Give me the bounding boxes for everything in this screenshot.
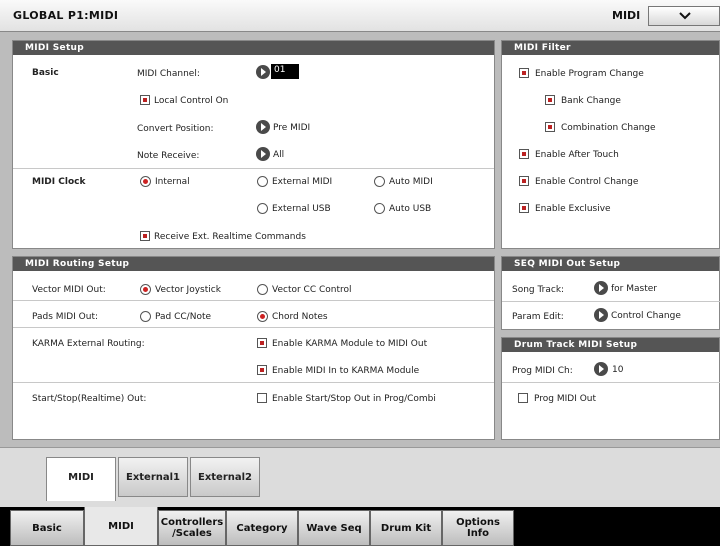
clock-auto-midi-label: Auto MIDI [389,177,433,187]
local-control-label: Local Control On [154,96,229,106]
vector-joystick-label: Vector Joystick [155,285,221,295]
song-track-popup-icon[interactable] [594,281,608,295]
clock-external-usb-label: External USB [272,204,331,214]
basic-label: Basic [32,68,59,78]
karma-module-out-checkbox[interactable] [257,338,267,348]
divider [502,301,720,302]
note-receive-popup-icon[interactable] [256,147,270,161]
note-receive-value[interactable]: All [273,150,284,160]
page-tab-drum-kit[interactable]: Drum Kit [370,510,442,546]
vector-cc-radio[interactable] [257,284,268,295]
chevron-down-icon [679,12,691,20]
convert-position-value[interactable]: Pre MIDI [273,123,310,133]
karma-routing-label: KARMA External Routing: [32,339,145,349]
filter-after-touch-label: Enable After Touch [535,150,619,160]
prog-midi-ch-value[interactable]: 10 [612,365,623,375]
clock-external-midi-radio[interactable] [257,176,268,187]
vector-joystick-radio[interactable] [140,284,151,295]
filter-control-change-checkbox[interactable] [519,176,529,186]
filter-combination-change-label: Combination Change [561,123,656,133]
param-edit-label: Param Edit: [512,312,564,322]
receive-ext-checkbox[interactable] [140,231,150,241]
convert-position-popup-icon[interactable] [256,120,270,134]
startstop-enable-label: Enable Start/Stop Out in Prog/Combi [272,394,436,404]
midi-clock-label: MIDI Clock [32,177,86,187]
divider [502,382,720,383]
prog-midi-out-checkbox[interactable] [518,393,528,403]
midi-setup-panel: MIDI Setup [12,40,495,249]
filter-after-touch-checkbox[interactable] [519,149,529,159]
pads-midi-out-label: Pads MIDI Out: [32,312,99,322]
clock-external-midi-label: External MIDI [272,177,333,187]
chord-notes-label: Chord Notes [272,312,328,322]
midi-routing-heading: MIDI Routing Setup [13,257,494,271]
midi-channel-label: MIDI Channel: [137,69,200,79]
seq-midi-out-heading: SEQ MIDI Out Setup [502,257,719,271]
midi-channel-popup-icon[interactable] [256,65,270,79]
filter-bank-change-checkbox[interactable] [545,95,555,105]
chord-notes-radio[interactable] [257,311,268,322]
drum-track-heading: Drum Track MIDI Setup [502,338,719,352]
clock-internal-label: Internal [155,177,190,187]
karma-module-out-label: Enable KARMA Module to MIDI Out [272,339,428,349]
midi-filter-heading: MIDI Filter [502,41,719,55]
note-receive-label: Note Receive: [137,151,200,161]
page-tab-controllers-scales[interactable]: Controllers /Scales [158,510,226,546]
subtab-midi[interactable]: MIDI [46,457,116,501]
page-tab-midi[interactable]: MIDI [84,507,158,546]
prog-midi-ch-popup-icon[interactable] [594,362,608,376]
filter-exclusive-checkbox[interactable] [519,203,529,213]
filter-combination-change-checkbox[interactable] [545,122,555,132]
filter-program-change-label: Enable Program Change [535,69,644,79]
subtab-external1[interactable]: External1 [118,457,188,497]
pad-cc-note-label: Pad CC/Note [155,312,212,322]
page-title: GLOBAL P1:MIDI [13,9,119,22]
subtab-external2[interactable]: External2 [190,457,260,497]
midi-in-karma-checkbox[interactable] [257,365,267,375]
page-tab-category[interactable]: Category [226,510,298,546]
filter-exclusive-label: Enable Exclusive [535,204,611,214]
startstop-out-label: Start/Stop(Realtime) Out: [32,394,147,404]
page-tab-options-info[interactable]: Options Info [442,510,514,546]
mode-label: MIDI [612,9,641,22]
divider [13,300,494,301]
receive-ext-label: Receive Ext. Realtime Commands [154,232,306,242]
divider [13,382,494,383]
vector-midi-out-label: Vector MIDI Out: [32,285,106,295]
startstop-enable-checkbox[interactable] [257,393,267,403]
song-track-label: Song Track: [512,285,565,295]
pad-cc-note-radio[interactable] [140,311,151,322]
midi-in-karma-label: Enable MIDI In to KARMA Module [272,366,420,376]
drum-track-panel: Drum Track MIDI Setup [501,337,720,440]
clock-external-usb-radio[interactable] [257,203,268,214]
midi-channel-value[interactable]: 01 [271,64,299,79]
convert-position-label: Convert Position: [137,124,214,134]
divider [13,327,494,328]
divider [13,168,494,169]
clock-auto-midi-radio[interactable] [374,176,385,187]
clock-auto-usb-radio[interactable] [374,203,385,214]
param-edit-value[interactable]: Control Change [611,311,681,321]
filter-control-change-label: Enable Control Change [535,177,639,187]
filter-program-change-checkbox[interactable] [519,68,529,78]
vector-cc-label: Vector CC Control [272,285,352,295]
midi-setup-heading: MIDI Setup [13,41,494,55]
local-control-checkbox[interactable] [140,95,150,105]
mode-dropdown-button[interactable] [648,6,720,26]
prog-midi-ch-label: Prog MIDI Ch: [512,366,573,376]
prog-midi-out-label: Prog MIDI Out [534,394,597,404]
page-tab-basic[interactable]: Basic [10,510,84,546]
clock-auto-usb-label: Auto USB [389,204,432,214]
param-edit-popup-icon[interactable] [594,308,608,322]
clock-internal-radio[interactable] [140,176,151,187]
song-track-value[interactable]: for Master [611,284,657,294]
page-tab-wave-seq[interactable]: Wave Seq [298,510,370,546]
filter-bank-change-label: Bank Change [561,96,621,106]
